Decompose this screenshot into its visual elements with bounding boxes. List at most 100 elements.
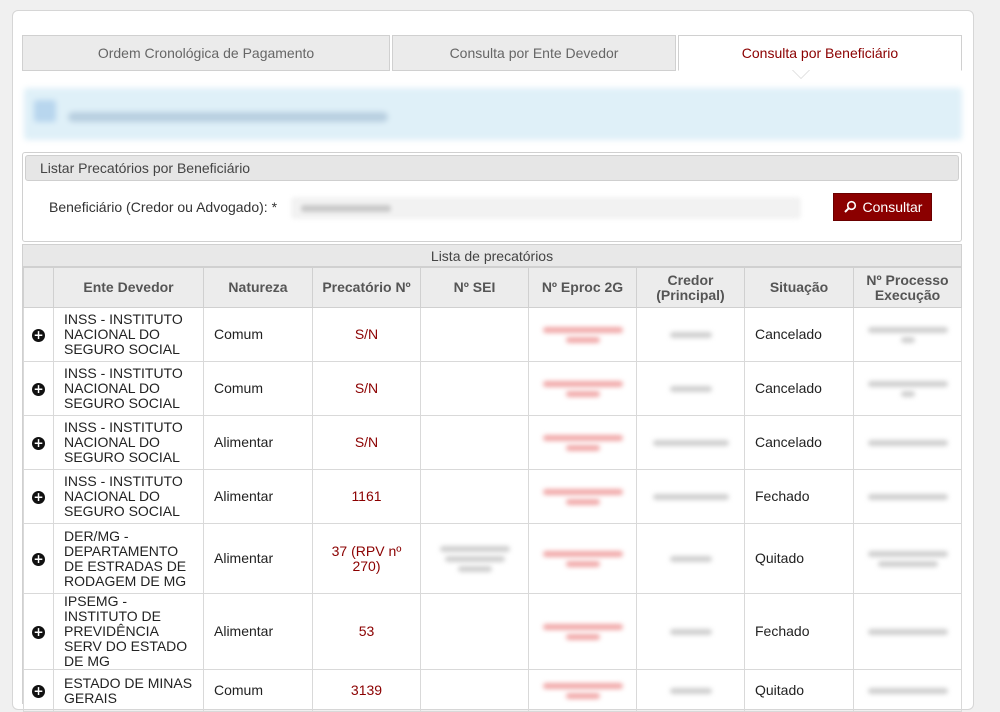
cell-sei [420,415,529,470]
table-header-row: Ente Devedor Natureza Precatório Nº Nº S… [23,267,962,308]
expand-cell[interactable]: + [23,523,54,594]
cell-eproc-redacted[interactable] [528,593,637,670]
cell-processo-redacted [853,669,962,712]
cell-natureza: Alimentar [203,415,313,470]
cell-situacao: Cancelado [744,415,854,470]
plus-circle-icon[interactable]: + [32,685,45,698]
tab-consulta-beneficiario[interactable]: Consulta por Beneficiário [678,35,962,71]
cell-ente-devedor: INSS - INSTITUTO NACIONAL DO SEGURO SOCI… [53,469,204,524]
cell-credor-redacted [636,593,745,670]
cell-natureza: Alimentar [203,593,313,670]
table-row[interactable]: + INSS - INSTITUTO NACIONAL DO SEGURO SOC… [23,469,962,524]
cell-processo-redacted [853,523,962,594]
expand-cell[interactable]: + [23,593,54,670]
panel-title: Listar Precatórios por Beneficiário [25,155,959,181]
cell-processo-redacted [853,415,962,470]
consultar-button[interactable]: Consultar [833,193,932,221]
cell-eproc-redacted[interactable] [528,523,637,594]
cell-ente-devedor: INSS - INSTITUTO NACIONAL DO SEGURO SOCI… [53,415,204,470]
cell-eproc-redacted[interactable] [528,469,637,524]
expand-cell[interactable]: + [23,415,54,470]
info-icon [34,100,56,122]
plus-circle-icon[interactable]: + [32,383,45,396]
cell-precatorio: 1161 [312,469,421,524]
cell-situacao: Quitado [744,523,854,594]
cell-eproc-redacted[interactable] [528,669,637,712]
cell-situacao: Fechado [744,469,854,524]
cell-situacao: Quitado [744,669,854,712]
precatorios-table-container: Lista de precatórios Ente Devedor Nature… [22,244,962,712]
plus-circle-icon[interactable]: + [32,437,45,450]
expand-cell[interactable]: + [23,669,54,712]
header-processo-execucao[interactable]: Nº Processo Execução [853,267,962,308]
cell-natureza: Comum [203,669,313,712]
cell-credor-redacted [636,415,745,470]
expand-cell[interactable]: + [23,469,54,524]
header-ente-devedor[interactable]: Ente Devedor [53,267,204,308]
cell-processo-redacted [853,307,962,362]
expand-cell[interactable]: + [23,307,54,362]
tab-bar: Ordem Cronológica de Pagamento Consulta … [22,35,962,71]
header-precatorio[interactable]: Precatório Nº [312,267,421,308]
header-credor[interactable]: Credor (Principal) [636,267,745,308]
tab-ordem-cronologica[interactable]: Ordem Cronológica de Pagamento [22,35,390,71]
header-expand [23,267,54,308]
cell-precatorio: 3139 [312,669,421,712]
search-panel: Listar Precatórios por Beneficiário Bene… [22,152,962,242]
cell-eproc-redacted[interactable] [528,307,637,362]
cell-sei [420,523,529,594]
cell-precatorio: S/N [312,307,421,362]
cell-credor-redacted [636,469,745,524]
table-row[interactable]: + INSS - INSTITUTO NACIONAL DO SEGURO SOC… [23,307,962,362]
cell-eproc-redacted[interactable] [528,415,637,470]
table-row[interactable]: + INSS - INSTITUTO NACIONAL DO SEGURO SOC… [23,361,962,416]
beneficiario-label: Beneficiário (Credor ou Advogado): * [49,199,278,215]
cell-credor-redacted [636,307,745,362]
plus-circle-icon[interactable]: + [32,491,45,504]
header-natureza[interactable]: Natureza [203,267,313,308]
header-situacao[interactable]: Situação [744,267,854,308]
cell-precatorio: S/N [312,415,421,470]
info-text-redacted [68,112,388,122]
table-row[interactable]: + IPSEMG - INSTITUTO DE PREVIDÊNCIA SERV … [23,593,962,670]
header-sei[interactable]: Nº SEI [420,267,529,308]
cell-ente-devedor: INSS - INSTITUTO NACIONAL DO SEGURO SOCI… [53,307,204,362]
cell-situacao: Cancelado [744,361,854,416]
cell-credor-redacted [636,523,745,594]
cell-situacao: Fechado [744,593,854,670]
cell-sei [420,593,529,670]
precatorios-table: Ente Devedor Natureza Precatório Nº Nº S… [23,267,962,712]
table-row[interactable]: + ESTADO DE MINAS GERAIS Comum 3139 Quitado [23,669,962,712]
tab-consulta-ente-devedor[interactable]: Consulta por Ente Devedor [392,35,676,71]
cell-processo-redacted [853,469,962,524]
cell-ente-devedor: DER/MG - DEPARTAMENTO DE ESTRADAS DE ROD… [53,523,204,594]
plus-circle-icon[interactable]: + [32,553,45,566]
cell-credor-redacted [636,669,745,712]
expand-cell[interactable]: + [23,361,54,416]
cell-sei [420,669,529,712]
plus-circle-icon[interactable]: + [32,329,45,342]
cell-processo-redacted [853,593,962,670]
plus-circle-icon[interactable]: + [32,626,45,639]
cell-precatorio: 53 [312,593,421,670]
cell-eproc-redacted[interactable] [528,361,637,416]
cell-ente-devedor: ESTADO DE MINAS GERAIS [53,669,204,712]
header-eproc[interactable]: Nº Eproc 2G [528,267,637,308]
table-caption: Lista de precatórios [23,245,961,267]
info-banner [24,88,962,140]
cell-natureza: Comum [203,307,313,362]
cell-credor-redacted [636,361,745,416]
cell-natureza: Alimentar [203,523,313,594]
cell-natureza: Alimentar [203,469,313,524]
cell-sei [420,469,529,524]
active-tab-caret-fill [793,70,809,78]
table-row[interactable]: + DER/MG - DEPARTAMENTO DE ESTRADAS DE RO… [23,523,962,594]
cell-ente-devedor: INSS - INSTITUTO NACIONAL DO SEGURO SOCI… [53,361,204,416]
consultar-label: Consultar [862,199,923,215]
cell-ente-devedor: IPSEMG - INSTITUTO DE PREVIDÊNCIA SERV D… [53,593,204,670]
cell-sei [420,361,529,416]
cell-precatorio: S/N [312,361,421,416]
table-row[interactable]: + INSS - INSTITUTO NACIONAL DO SEGURO SOC… [23,415,962,470]
beneficiario-input[interactable] [291,197,801,219]
cell-situacao: Cancelado [744,307,854,362]
